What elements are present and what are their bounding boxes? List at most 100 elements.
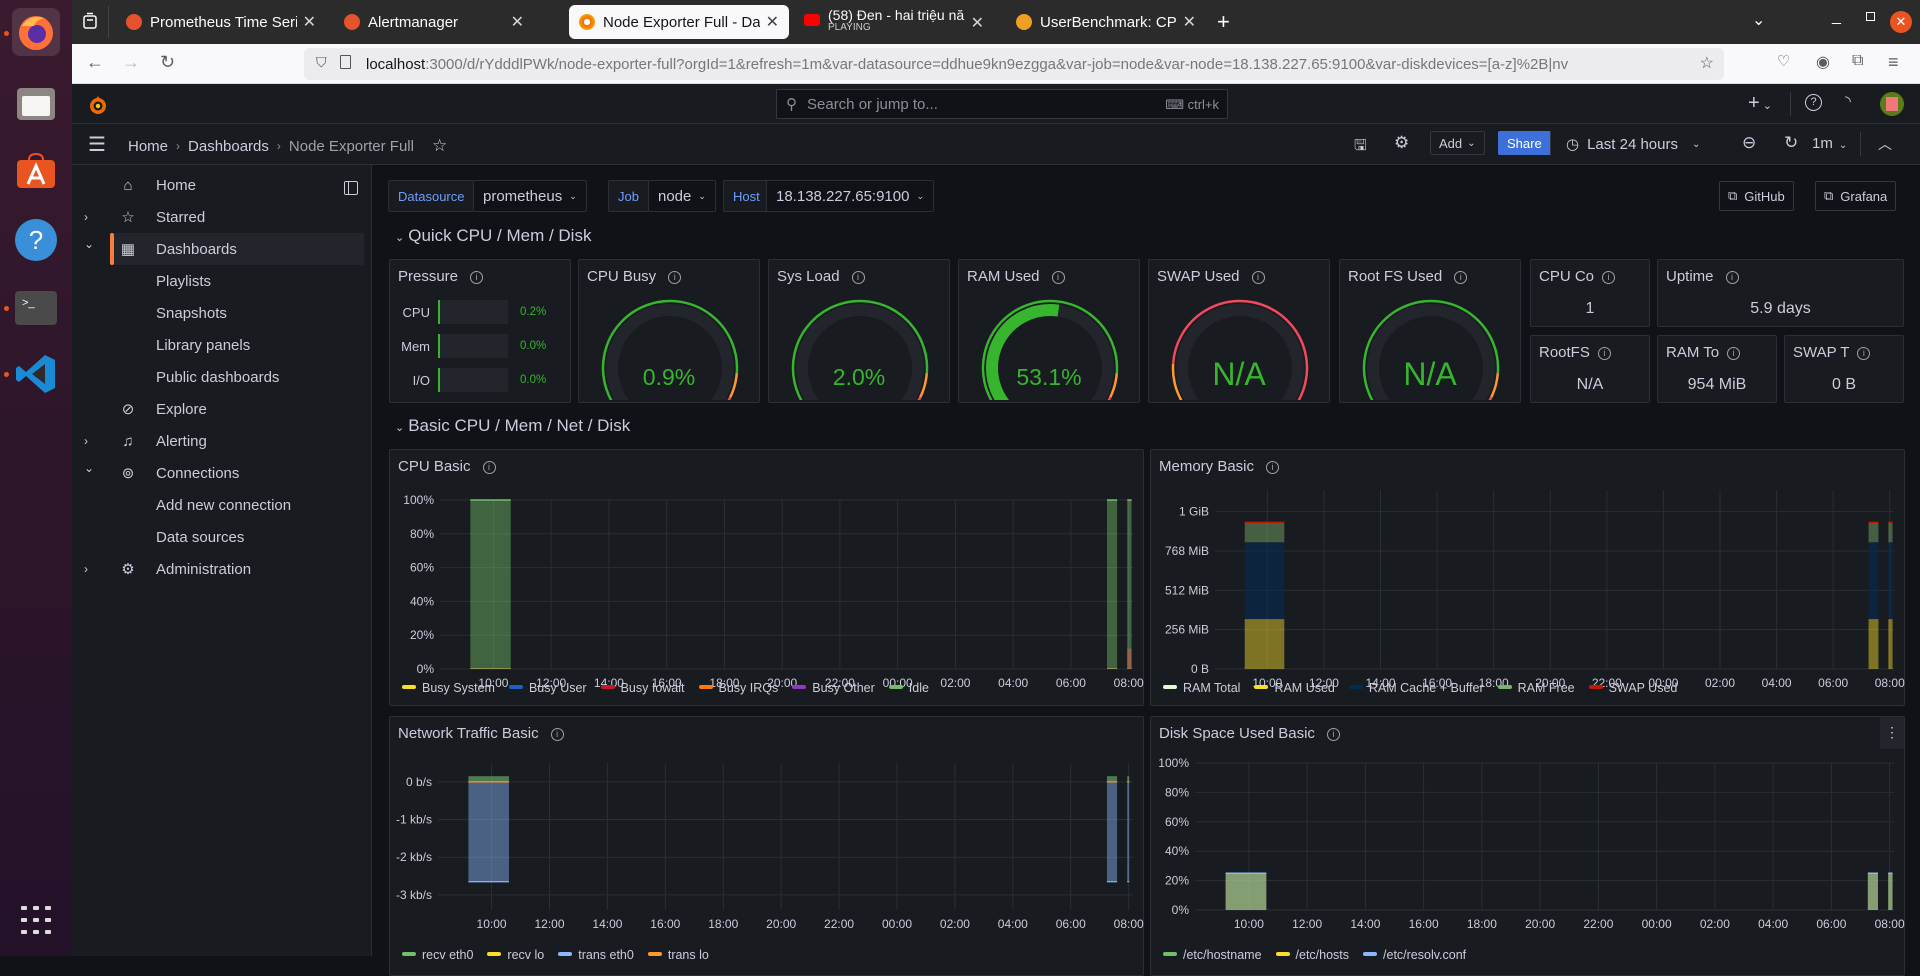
variable-host-select[interactable]: 18.138.227.65:9100⌄ xyxy=(766,180,934,212)
info-icon[interactable]: i xyxy=(1727,347,1740,360)
sidebar-item-public-dashboards[interactable]: Public dashboards xyxy=(72,361,364,393)
legend-item[interactable]: recv lo xyxy=(487,948,544,962)
reload-button[interactable]: ↻ xyxy=(160,52,175,73)
dock-help[interactable]: ? xyxy=(12,216,60,264)
row-header-quick[interactable]: ⌄Quick CPU / Mem / Disk xyxy=(395,226,591,246)
breadcrumb-home[interactable]: Home xyxy=(128,138,168,155)
sidebar-item-library-panels[interactable]: Library panels xyxy=(72,329,364,361)
row-header-basic[interactable]: ⌄Basic CPU / Mem / Net / Disk xyxy=(395,416,630,436)
sidebar-item-data-sources[interactable]: Data sources xyxy=(72,521,364,553)
news-feed-icon[interactable]: ◝ xyxy=(1845,92,1851,110)
minimize-button[interactable]: _ xyxy=(1832,8,1841,26)
legend-item[interactable]: Idle xyxy=(889,681,929,695)
save-icon[interactable]: 🖫 xyxy=(1354,135,1367,160)
sidebar-item-explore[interactable]: ⊘Explore xyxy=(72,393,364,425)
info-icon[interactable]: i xyxy=(483,461,496,474)
tab-node-exporter[interactable]: Node Exporter Full - Dash ✕ xyxy=(569,5,789,39)
tab-alertmanager[interactable]: Alertmanager ✕ xyxy=(334,5,534,39)
legend-item[interactable]: Busy IRQs xyxy=(699,681,779,695)
info-icon[interactable]: i xyxy=(668,271,681,284)
dock-files[interactable] xyxy=(12,80,60,128)
new-tab-button[interactable]: + xyxy=(1217,9,1230,35)
info-icon[interactable]: i xyxy=(1726,271,1739,284)
tab-prometheus[interactable]: Prometheus Time Series ✕ xyxy=(116,5,326,39)
info-icon[interactable]: i xyxy=(1052,271,1065,284)
variable-job-select[interactable]: node⌄ xyxy=(648,180,716,212)
legend-item[interactable]: trans eth0 xyxy=(558,948,634,962)
menu-toggle-icon[interactable]: ☰ xyxy=(88,132,106,157)
close-tab-icon[interactable]: ✕ xyxy=(766,12,779,32)
info-icon[interactable]: i xyxy=(551,728,564,741)
close-tab-icon[interactable]: ✕ xyxy=(971,13,984,33)
info-icon[interactable]: i xyxy=(1327,728,1340,741)
show-apps-button[interactable] xyxy=(12,896,60,944)
info-icon[interactable]: i xyxy=(852,271,865,284)
chevron-down-icon[interactable]: ⌄ xyxy=(84,237,94,251)
legend-item[interactable]: Busy Iowait xyxy=(601,681,685,695)
dock-app-center[interactable] xyxy=(12,148,60,196)
maximize-button[interactable] xyxy=(1866,12,1875,21)
account-icon[interactable]: ◉ xyxy=(1816,52,1830,72)
forward-button[interactable]: → xyxy=(122,52,140,73)
legend-item[interactable]: /etc/resolv.conf xyxy=(1363,948,1466,962)
close-tab-icon[interactable]: ✕ xyxy=(303,12,316,32)
app-menu-icon[interactable]: ≡ xyxy=(1888,52,1899,73)
variable-datasource-select[interactable]: prometheus⌄ xyxy=(473,180,587,212)
sidebar-item-add-new-connection[interactable]: Add new connection xyxy=(72,489,364,521)
tab-youtube[interactable]: (58) Đen - hai triệu năm ft PLAYING ✕ xyxy=(794,5,994,39)
share-button[interactable]: Share xyxy=(1498,131,1551,155)
help-icon[interactable]: ? xyxy=(1805,94,1822,111)
settings-gear-icon[interactable]: ⚙ xyxy=(1394,133,1409,153)
chevron-right-icon[interactable]: › xyxy=(84,562,88,576)
grafana-logo[interactable] xyxy=(88,94,108,121)
memory-basic-chart[interactable]: 0 B256 MiB512 MiB768 MiB1 GiB10:0012:001… xyxy=(1151,476,1906,701)
legend-item[interactable]: RAM Free xyxy=(1498,681,1575,695)
bookmark-star-icon[interactable]: ☆ xyxy=(1700,53,1714,73)
close-window-button[interactable]: ✕ xyxy=(1890,11,1912,33)
info-icon[interactable]: i xyxy=(470,271,483,284)
list-all-tabs-button[interactable]: ⌄ xyxy=(1752,10,1765,30)
sidebar-item-home[interactable]: ⌂Home xyxy=(72,169,364,201)
info-icon[interactable]: i xyxy=(1602,271,1615,284)
legend-item[interactable]: /etc/hosts xyxy=(1276,948,1350,962)
refresh-interval-picker[interactable]: 1m⌄ xyxy=(1812,135,1847,152)
tab-userbenchmark[interactable]: UserBenchmark: CPU Spe ✕ xyxy=(1006,5,1206,39)
extensions-icon[interactable]: ⧉ xyxy=(1852,52,1863,70)
github-link[interactable]: ⧉GitHub xyxy=(1719,181,1794,211)
info-icon[interactable]: i xyxy=(1252,271,1265,284)
tab-overview-icon[interactable] xyxy=(82,12,98,30)
close-tab-icon[interactable]: ✕ xyxy=(511,12,524,32)
time-range-picker[interactable]: ◷ Last 24 hours ⌄ xyxy=(1566,135,1700,153)
disk-space-chart[interactable]: 0%20%40%60%80%100%10:0012:0014:0016:0018… xyxy=(1151,743,1906,948)
legend-item[interactable]: trans lo xyxy=(648,948,709,962)
sidebar-item-administration[interactable]: ›⚙Administration xyxy=(72,553,364,585)
dock-terminal[interactable]: >_ xyxy=(12,284,60,332)
sidebar-item-connections[interactable]: ⌄⊚Connections xyxy=(72,457,364,489)
sidebar-item-snapshots[interactable]: Snapshots xyxy=(72,297,364,329)
grafana-link[interactable]: ⧉Grafana xyxy=(1815,181,1896,211)
chevron-down-icon[interactable]: ⌄ xyxy=(84,461,94,475)
breadcrumb-dashboards[interactable]: Dashboards xyxy=(188,138,269,155)
back-button[interactable]: ← xyxy=(86,52,104,73)
dock-firefox[interactable] xyxy=(12,8,60,56)
search-input[interactable]: ⚲ Search or jump to... ⌨ ctrl+k xyxy=(776,89,1228,119)
legend-item[interactable]: SWAP Used xyxy=(1589,681,1678,695)
url-bar[interactable]: ⛉ localhost:3000/d/rYdddlPWk/node-export… xyxy=(304,48,1724,80)
star-icon[interactable]: ☆ xyxy=(432,136,447,156)
new-menu-button[interactable]: + ⌄ xyxy=(1748,92,1772,115)
legend-item[interactable]: RAM Total xyxy=(1163,681,1240,695)
zoom-out-icon[interactable]: ⊖ xyxy=(1742,133,1756,153)
legend-item[interactable]: Busy Other xyxy=(792,681,875,695)
sidebar-item-dashboards[interactable]: ⌄▦Dashboards xyxy=(110,233,364,265)
legend-item[interactable]: Busy User xyxy=(509,681,587,695)
legend-item[interactable]: /etc/hostname xyxy=(1163,948,1262,962)
add-button[interactable]: Add⌄ xyxy=(1430,131,1485,155)
legend-item[interactable]: RAM Cache + Buffer xyxy=(1349,681,1484,695)
pocket-icon[interactable]: ♡ xyxy=(1777,52,1790,70)
chevron-right-icon[interactable]: › xyxy=(84,434,88,448)
legend-item[interactable]: Busy System xyxy=(402,681,495,695)
info-icon[interactable]: i xyxy=(1266,461,1279,474)
sidebar-item-alerting[interactable]: ›♫Alerting xyxy=(72,425,364,457)
network-traffic-chart[interactable]: -3 kb/s-2 kb/s-1 kb/s0 b/s10:0012:0014:0… xyxy=(390,743,1145,948)
info-icon[interactable]: i xyxy=(1454,271,1467,284)
